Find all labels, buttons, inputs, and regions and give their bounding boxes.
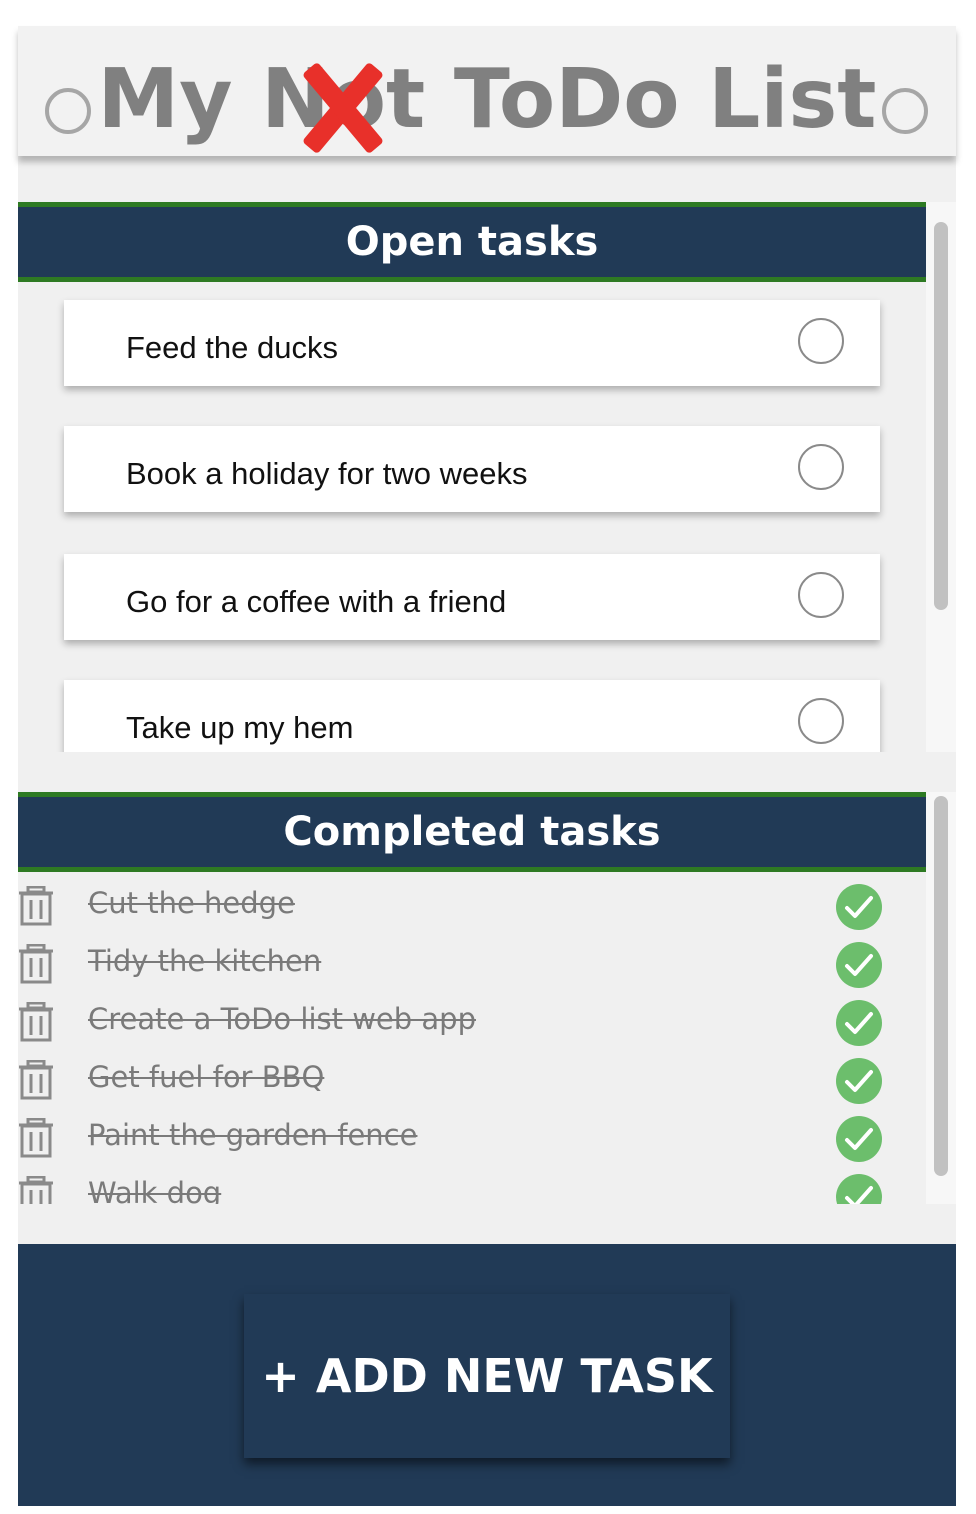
open-tasks-panel: Open tasks Feed the ducks Book a holiday…	[18, 202, 956, 752]
completed-task-item: Cut the hedge	[18, 872, 926, 930]
open-tasks-list[interactable]: Feed the ducks Book a holiday for two we…	[18, 282, 926, 752]
open-task-label: Book a holiday for two weeks	[126, 456, 528, 491]
completed-task-label: Walk dog	[88, 1176, 222, 1204]
completed-task-item: Paint the garden fence	[18, 1104, 926, 1162]
empty-circle-checkbox-icon[interactable]	[798, 444, 844, 490]
open-tasks-scrollbar[interactable]	[926, 202, 956, 752]
completed-task-item: Get fuel for BBQ	[18, 1046, 926, 1104]
completed-tasks-heading: Completed tasks	[18, 792, 926, 872]
empty-circle-checkbox-icon[interactable]	[798, 572, 844, 618]
completed-task-label: Paint the garden fence	[88, 1118, 418, 1152]
open-tasks-heading: Open tasks	[18, 202, 926, 282]
completed-task-item: Create a ToDo list web app	[18, 988, 926, 1046]
completed-tasks-panel: Completed tasks Cut the hedge Tidy the k…	[18, 792, 956, 1204]
empty-circle-checkbox-icon[interactable]	[798, 318, 844, 364]
open-task-item[interactable]: Go for a coffee with a friend	[64, 554, 880, 640]
completed-task-label: Create a ToDo list web app	[88, 1002, 476, 1036]
green-checkmark-icon[interactable]	[836, 1058, 882, 1104]
completed-tasks-scrollbar-thumb[interactable]	[934, 796, 948, 1176]
trash-icon[interactable]	[18, 1002, 54, 1042]
open-task-label: Feed the ducks	[126, 330, 338, 365]
open-task-label: Go for a coffee with a friend	[126, 584, 507, 619]
completed-task-label: Tidy the kitchen	[88, 944, 322, 978]
open-task-item[interactable]: Take up my hem	[64, 680, 880, 752]
open-tasks-scrollbar-thumb[interactable]	[934, 222, 948, 610]
title-prefix: My	[97, 52, 262, 147]
green-checkmark-icon[interactable]	[836, 942, 882, 988]
app-footer: + ADD NEW TASK	[18, 1244, 956, 1506]
completed-tasks-scrollbar[interactable]	[926, 792, 956, 1204]
title-struck-word: Not	[261, 54, 425, 146]
trash-icon[interactable]	[18, 1176, 54, 1204]
green-checkmark-icon[interactable]	[836, 884, 882, 930]
completed-task-item: Tidy the kitchen	[18, 930, 926, 988]
open-task-item[interactable]: Book a holiday for two weeks	[64, 426, 880, 512]
green-checkmark-icon[interactable]	[836, 1000, 882, 1046]
empty-circle-checkbox-icon[interactable]	[798, 698, 844, 744]
trash-icon[interactable]	[18, 1118, 54, 1158]
completed-task-item: Walk dog	[18, 1162, 926, 1204]
red-cross-icon	[295, 60, 391, 156]
todo-app: My Not ToDo List Open tasks Feed the duc…	[18, 26, 956, 1506]
open-task-label: Take up my hem	[126, 710, 354, 745]
trash-icon[interactable]	[18, 944, 54, 984]
ring-hole-icon	[882, 88, 928, 134]
completed-task-label: Cut the hedge	[88, 886, 295, 920]
add-new-task-button[interactable]: + ADD NEW TASK	[244, 1294, 730, 1458]
page-title: My Not ToDo List	[18, 54, 956, 146]
green-checkmark-icon[interactable]	[836, 1116, 882, 1162]
completed-tasks-list[interactable]: Cut the hedge Tidy the kitchen Create a …	[18, 872, 926, 1204]
open-task-item[interactable]: Feed the ducks	[64, 300, 880, 386]
app-header: My Not ToDo List	[18, 26, 956, 156]
green-checkmark-icon[interactable]	[836, 1174, 882, 1204]
trash-icon[interactable]	[18, 1060, 54, 1100]
completed-task-label: Get fuel for BBQ	[88, 1060, 325, 1094]
trash-icon[interactable]	[18, 886, 54, 926]
title-suffix: ToDo List	[425, 52, 877, 147]
